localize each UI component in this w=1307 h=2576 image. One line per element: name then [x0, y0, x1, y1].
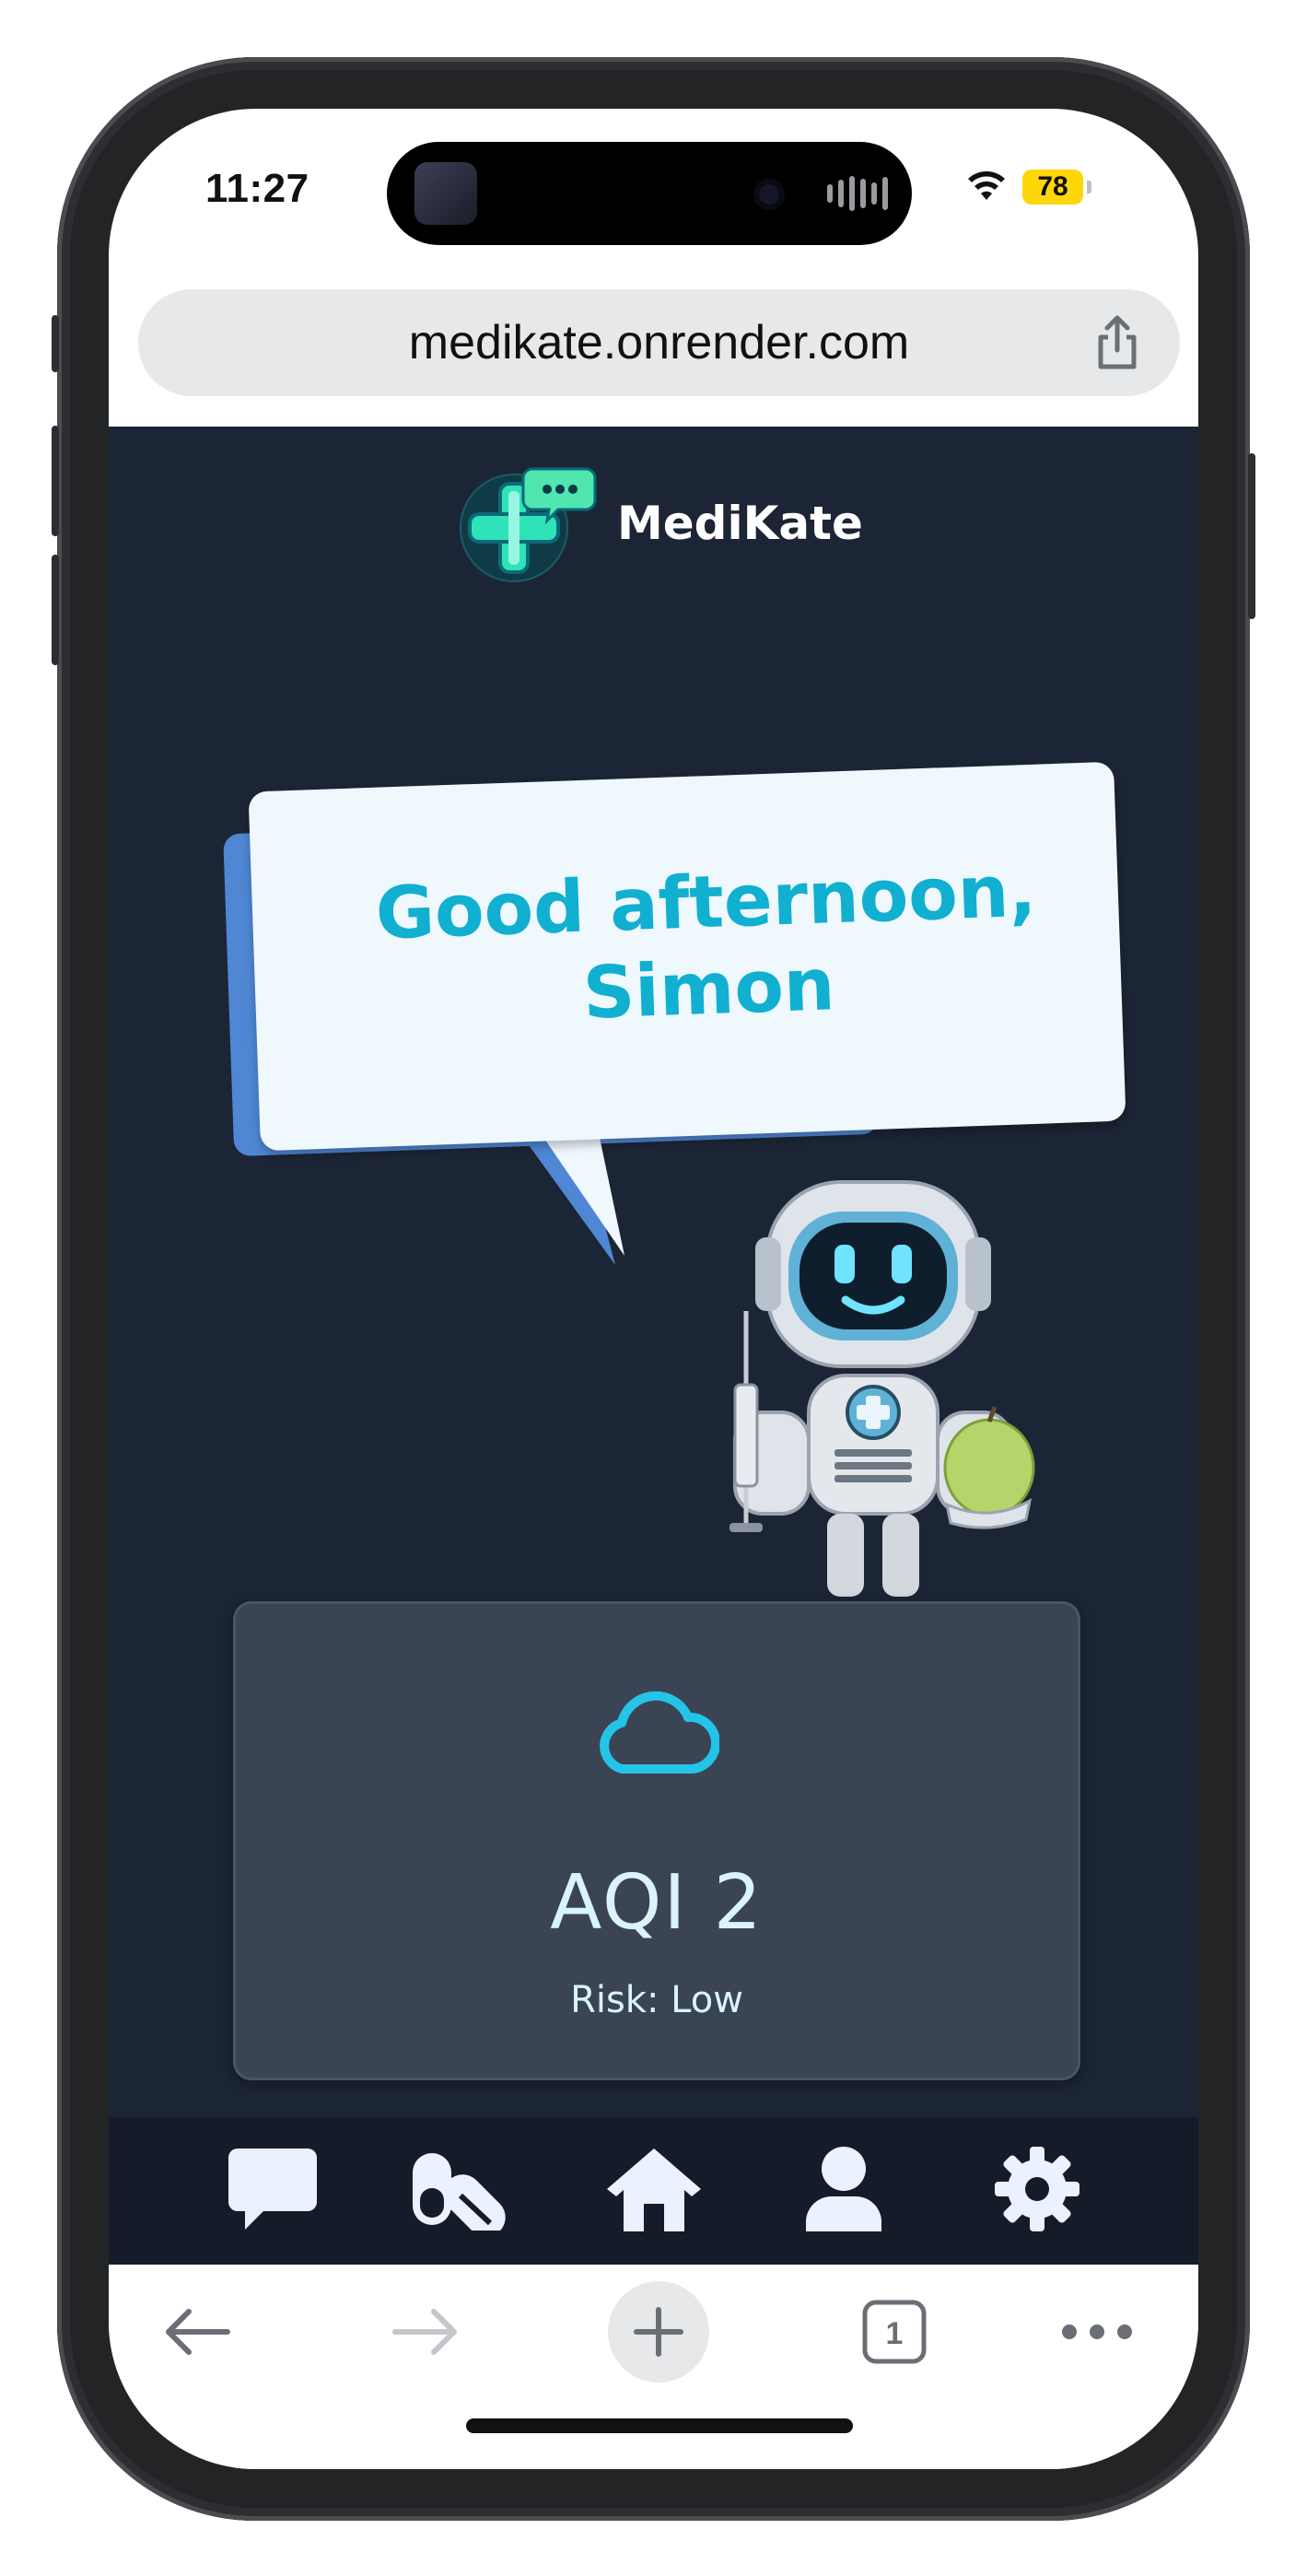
web-content: MediKate Good afternoon, Simon AQI 2 Ris… — [109, 427, 1198, 2265]
battery-icon: 78 — [1022, 170, 1083, 205]
address-bar[interactable]: medikate.onrender.com — [138, 289, 1180, 396]
browser-toolbar: 1 — [109, 2265, 1198, 2469]
status-bar: 11:27 78 — [109, 109, 1198, 279]
brand-name: MediKate — [617, 497, 863, 550]
wifi-icon — [968, 171, 1005, 200]
greeting-text: Good afternoon, Simon — [374, 849, 1038, 1036]
nav-home[interactable] — [599, 2134, 709, 2244]
back-arrow-icon — [166, 2309, 230, 2355]
aqi-risk: Risk: Low — [570, 1979, 743, 2021]
new-tab-button[interactable] — [608, 2281, 709, 2383]
cloud-icon — [600, 1691, 719, 1774]
nav-chat[interactable] — [217, 2134, 328, 2244]
volume-down-button — [52, 555, 59, 665]
aqi-card[interactable]: AQI 2 Risk: Low — [233, 1601, 1080, 2080]
more-button[interactable] — [1046, 2281, 1148, 2383]
front-camera — [753, 179, 785, 210]
volume-up-button — [52, 426, 59, 536]
now-playing-artwork — [414, 162, 477, 225]
screen: 11:27 78 medikate.onrender.com MediKate … — [109, 109, 1198, 2469]
audio-waveform-icon — [827, 175, 888, 212]
brand-header: MediKate — [459, 463, 863, 583]
share-icon[interactable] — [1090, 313, 1145, 372]
battery-tip — [1087, 181, 1091, 193]
pills-icon — [413, 2153, 506, 2231]
forward-button[interactable] — [376, 2281, 477, 2383]
tab-count: 1 — [886, 2316, 904, 2351]
nav-medications[interactable] — [405, 2134, 516, 2244]
forward-arrow-icon — [392, 2309, 457, 2355]
chat-icon — [228, 2149, 317, 2230]
bottom-nav — [109, 2117, 1198, 2265]
settings-icon — [995, 2147, 1079, 2231]
home-indicator — [466, 2418, 853, 2433]
dynamic-island — [387, 142, 912, 245]
action-button — [52, 315, 59, 372]
robot-mascot-icon — [729, 1180, 1035, 1597]
status-time: 11:27 — [205, 166, 309, 211]
nav-profile[interactable] — [788, 2134, 899, 2244]
aqi-value: AQI 2 — [550, 1859, 764, 1947]
plus-icon — [634, 2307, 683, 2357]
user-icon — [806, 2147, 881, 2231]
tabs-button[interactable]: 1 — [844, 2281, 945, 2383]
tabs-icon: 1 — [862, 2300, 927, 2364]
back-button[interactable] — [146, 2281, 247, 2383]
medikate-logo-icon — [459, 463, 597, 583]
url-text[interactable]: medikate.onrender.com — [138, 315, 1180, 370]
power-button — [1248, 453, 1255, 619]
more-icon — [1062, 2324, 1132, 2339]
nav-settings[interactable] — [982, 2134, 1092, 2244]
home-icon — [607, 2149, 701, 2231]
